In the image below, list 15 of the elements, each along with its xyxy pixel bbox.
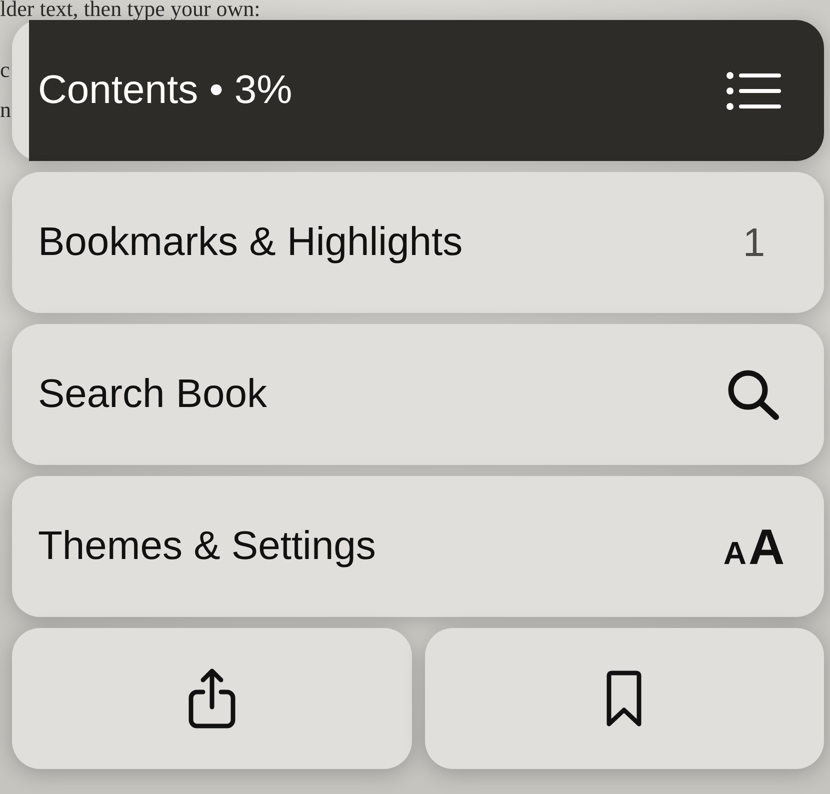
item-count: 1 [742, 222, 766, 262]
bookmark-button[interactable] [424, 628, 824, 769]
page-text: n [0, 96, 11, 124]
list-icon [726, 72, 782, 110]
menu-item[interactable]: Themes & Settings AA [12, 476, 824, 617]
page-text: c [0, 56, 10, 84]
share-icon [188, 668, 236, 729]
menu-item[interactable]: Search Book [12, 324, 824, 465]
menu-item[interactable]: Bookmarks & Highlights 1 [12, 172, 824, 313]
text-size-glyphs: AA [723, 522, 785, 572]
page-text: lder text, then type your own: [0, 0, 260, 18]
share-button[interactable] [12, 628, 412, 769]
search-icon [727, 368, 781, 420]
bookmark-icon [605, 670, 644, 728]
menu-item[interactable]: Contents • 3% [29, 20, 824, 161]
